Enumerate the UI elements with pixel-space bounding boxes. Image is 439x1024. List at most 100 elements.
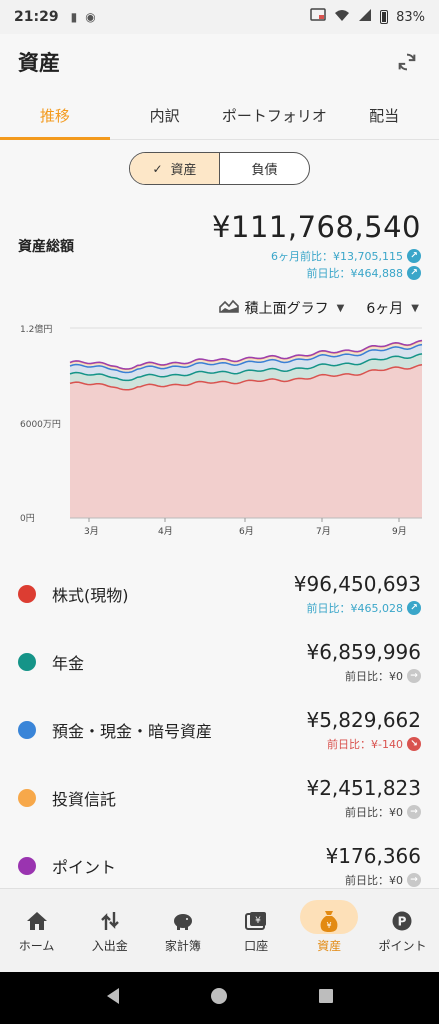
asset-name: 預金・現金・暗号資産 [52, 722, 213, 741]
asset-trend-chart: 1.2億円 6000万円 0円 3月 4月 6月 7月 9月 [12, 320, 427, 545]
nav-label: 口座 [244, 939, 269, 953]
asset-row-stocks[interactable]: 株式(現物) ¥96,450,693 前日比：¥465,028 ↗ [0, 560, 439, 628]
battery-level: 83% [396, 9, 425, 25]
chart-svg: 1.2億円 6000万円 0円 3月 4月 6月 7月 9月 [20, 323, 423, 537]
prev-day-diff-text: 前日比：¥464,888 [306, 267, 404, 280]
status-time: 21:29 [14, 9, 59, 25]
phone-icon: ▮ [70, 10, 78, 24]
tab-portfolio[interactable]: ポートフォリオ [220, 92, 330, 139]
wifi-icon [334, 8, 350, 26]
asset-color-dot [18, 857, 36, 875]
arrow-up-icon: ↗ [407, 249, 421, 263]
home-circle-icon[interactable] [210, 987, 228, 1009]
asset-diff: 前日比：¥0 → [345, 804, 421, 820]
asset-color-dot [18, 721, 36, 739]
toggle-liabilities-button[interactable]: 負債 [220, 153, 309, 184]
asset-row-pension[interactable]: 年金 ¥6,859,996 前日比：¥0 → [0, 628, 439, 696]
y-tick-label: 6000万円 [20, 419, 61, 430]
nav-assets[interactable]: ¥ 資産 [293, 889, 366, 972]
nav-home[interactable]: ホーム [0, 889, 73, 972]
nav-accounts[interactable]: ¥ 口座 [220, 889, 293, 972]
period-select[interactable]: 6ヶ月 [366, 298, 403, 318]
asset-diff: 前日比：¥-140 ↘ [327, 736, 421, 752]
bottom-nav: ホーム 入出金 家計簿 ¥ 口座 ¥ 資産 P ポイント [0, 888, 439, 972]
nav-label: ポイント [378, 939, 427, 953]
tab-trend[interactable]: 推移 [0, 92, 110, 140]
x-tick-label: 4月 [158, 526, 173, 537]
x-tick-label: 7月 [316, 526, 331, 537]
nav-label: 家計簿 [164, 939, 201, 953]
six-month-diff: 6ヶ月前比：¥13,705,115 ↗ [271, 248, 421, 264]
asset-color-dot [18, 585, 36, 603]
piggy-bank-icon [171, 907, 195, 935]
asset-amount: ¥5,829,662 [306, 708, 421, 732]
arrow-down-icon: ↘ [407, 737, 421, 751]
arrow-up-icon: ↗ [407, 601, 421, 615]
back-icon[interactable] [105, 987, 121, 1009]
nav-label: 入出金 [91, 939, 128, 953]
svg-text:¥: ¥ [327, 921, 332, 930]
nav-points[interactable]: P ポイント [366, 889, 439, 972]
page-title: 資産 [18, 51, 60, 75]
total-assets-value: ¥111,768,540 [212, 210, 421, 244]
nav-household[interactable]: 家計簿 [146, 889, 219, 972]
check-icon: ✓ [152, 161, 163, 176]
chart-controls: 積上面グラフ ▼ 6ヶ月 ▼ [218, 298, 419, 318]
asset-amount: ¥96,450,693 [293, 572, 421, 596]
x-tick-label: 6月 [239, 526, 254, 537]
six-month-diff-text: 6ヶ月前比：¥13,705,115 [271, 250, 403, 263]
svg-text:¥: ¥ [255, 916, 261, 926]
status-bar: 21:29 ▮ ◉ 83% [0, 0, 439, 34]
asset-diff: 前日比：¥0 → [345, 668, 421, 684]
asset-diff: 前日比：¥0 → [345, 872, 421, 888]
asset-liability-toggle: ✓ 資産 負債 [129, 152, 310, 185]
x-tick-label: 9月 [392, 526, 407, 537]
arrow-right-icon: → [407, 669, 421, 683]
cast-icon [310, 8, 326, 26]
nav-label: 資産 [317, 939, 342, 953]
nav-transfers[interactable]: 入出金 [73, 889, 146, 972]
asset-name: 株式(現物) [52, 586, 129, 605]
asset-diff-text: 前日比：¥-140 [327, 738, 403, 751]
asset-amount: ¥2,451,823 [306, 776, 421, 800]
asset-color-dot [18, 653, 36, 671]
arrow-up-icon: ↗ [407, 266, 421, 280]
asset-name: 投資信託 [52, 790, 117, 809]
tab-breakdown[interactable]: 内訳 [110, 92, 220, 139]
asset-diff-text: 前日比：¥465,028 [306, 602, 404, 615]
arrow-right-icon: → [407, 805, 421, 819]
tab-dividend[interactable]: 配当 [329, 92, 439, 139]
point-icon: P [391, 907, 413, 935]
toggle-assets-button[interactable]: ✓ 資産 [130, 153, 220, 184]
refresh-button[interactable] [393, 48, 421, 76]
area-chart-icon [218, 298, 239, 318]
recents-icon[interactable] [318, 988, 334, 1008]
asset-row-deposits[interactable]: 預金・現金・暗号資産 ¥5,829,662 前日比：¥-140 ↘ [0, 696, 439, 764]
battery-icon [380, 10, 389, 24]
asset-amount: ¥176,366 [325, 844, 421, 868]
toggle-assets-label: 資産 [170, 163, 197, 178]
y-tick-label: 1.2億円 [20, 323, 52, 335]
signal-icon [358, 8, 372, 26]
chart-type-select[interactable]: 積上面グラフ [245, 298, 329, 318]
chevron-down-icon[interactable]: ▼ [337, 303, 345, 314]
wallet-icon: ¥ [244, 907, 268, 935]
chevron-down-icon[interactable]: ▼ [411, 303, 419, 314]
prev-day-diff: 前日比：¥464,888 ↗ [306, 265, 421, 281]
asset-row-funds[interactable]: 投資信託 ¥2,451,823 前日比：¥0 → [0, 764, 439, 832]
arrow-right-icon: → [407, 873, 421, 887]
x-tick-label: 3月 [84, 526, 99, 537]
nav-label: ホーム [18, 939, 55, 953]
transfer-icon [99, 907, 121, 935]
asset-name: 年金 [52, 654, 85, 673]
asset-diff-text: 前日比：¥0 [345, 670, 403, 683]
asset-color-dot [18, 789, 36, 807]
home-icon [26, 907, 48, 935]
asset-diff-text: 前日比：¥0 [345, 874, 403, 887]
camera-icon: ◉ [85, 10, 96, 24]
refresh-icon [398, 53, 416, 71]
svg-text:P: P [398, 915, 407, 929]
total-assets-label: 資産総額 [18, 239, 74, 255]
asset-diff-text: 前日比：¥0 [345, 806, 403, 819]
y-tick-label: 0円 [20, 513, 35, 524]
